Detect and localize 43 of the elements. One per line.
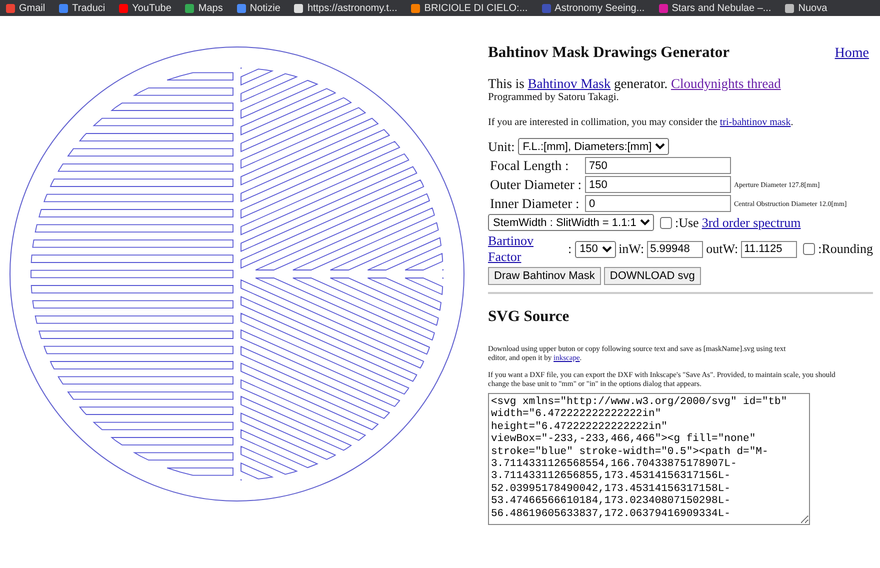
bookmark-link[interactable]: Maps	[185, 2, 223, 14]
ratio-dropdown[interactable]: StemWidth : SlitWidth = 1.1:1	[488, 214, 654, 231]
text-link[interactable]: tri-bahtinov mask	[720, 117, 791, 128]
outw-label: outW:	[706, 241, 738, 257]
bookmark-link[interactable]: Notizie	[236, 2, 280, 14]
input-field[interactable]: 5.99948	[647, 240, 704, 258]
field-label: Inner Diameter :	[489, 196, 580, 212]
action-button[interactable]: DOWNLOAD svg	[604, 267, 701, 285]
home-link[interactable]: Home	[834, 46, 869, 62]
input-field[interactable]: 750	[585, 157, 731, 174]
bookmark-link[interactable]: Astronomy Seeing...	[542, 2, 645, 14]
bookmark-link[interactable]: Stars and Nebulae –...	[658, 2, 772, 14]
checkbox-label: :Rounding	[818, 241, 873, 257]
collimation-text: If you are interested in collimation, you may consider the tri-bahtinov mask.	[488, 117, 794, 128]
bookmark-link[interactable]: Traduci	[59, 2, 106, 14]
author-text: Programmed by Satoru Takagi.	[488, 92, 620, 103]
bookmark-link[interactable]: YouTube	[119, 2, 172, 14]
bookmark-link[interactable]: https://astronomy.t...	[294, 2, 398, 14]
bookmark-link[interactable]: Nuova	[785, 2, 828, 14]
field-label: Outer Diameter :	[489, 176, 582, 192]
text-link[interactable]: Bahtinov Mask	[528, 76, 611, 91]
text-link[interactable]: Cloudynights thread	[671, 76, 781, 91]
input-field[interactable]: 150	[585, 176, 731, 193]
factor-dropdown[interactable]: 150	[574, 240, 616, 258]
source-textarea[interactable]: <svg xmlns="http://www.w3.org/2000/svg" id="tb" width="6.472222222222222in" height="6.472222222222222in" viewBox="-233,-233,466,466"><g fill="none" stroke="blue" stroke-width="0.5"><path d="M- 3.7114331126568554,166.70433875178907L- 3.711433112656855,173.45314156317156L- 52.03995178490042,173.45314156317158L- 53.47466566610184,173.02340807150298L- 56.48619605633837,172.06379416909334L-	[488, 393, 810, 525]
action-button[interactable]: Draw Bahtinov Mask	[488, 267, 601, 285]
unit-dropdown[interactable]: F.L.:[mm], Diameters:[mm]	[518, 138, 669, 155]
field-label: Focal Length :	[489, 158, 570, 174]
unit-label: Unit:	[488, 138, 515, 154]
input-field[interactable]: 11.1125	[741, 240, 798, 258]
text-link[interactable]: 3rd order spectrum	[702, 214, 801, 230]
checkbox[interactable]	[660, 216, 672, 228]
colon-text: :	[568, 241, 572, 257]
inw-label: inW:	[618, 241, 644, 257]
page-title: Bahtinov Mask Drawings Generator	[488, 44, 730, 62]
text-link[interactable]: Bartinov Factor	[488, 233, 565, 265]
bookmark-link[interactable]: Gmail	[6, 2, 46, 14]
checkbox[interactable]	[803, 243, 816, 255]
input-field[interactable]: 0	[585, 195, 731, 212]
bookmark-link[interactable]: BRICIOLE DI CIELO:...	[411, 2, 528, 14]
checkbox-label: :Use	[675, 214, 699, 230]
section-heading: SVG Source	[488, 308, 570, 326]
intro-text: This is Bahtinov Mask generator. Cloudynights thread	[488, 76, 782, 92]
